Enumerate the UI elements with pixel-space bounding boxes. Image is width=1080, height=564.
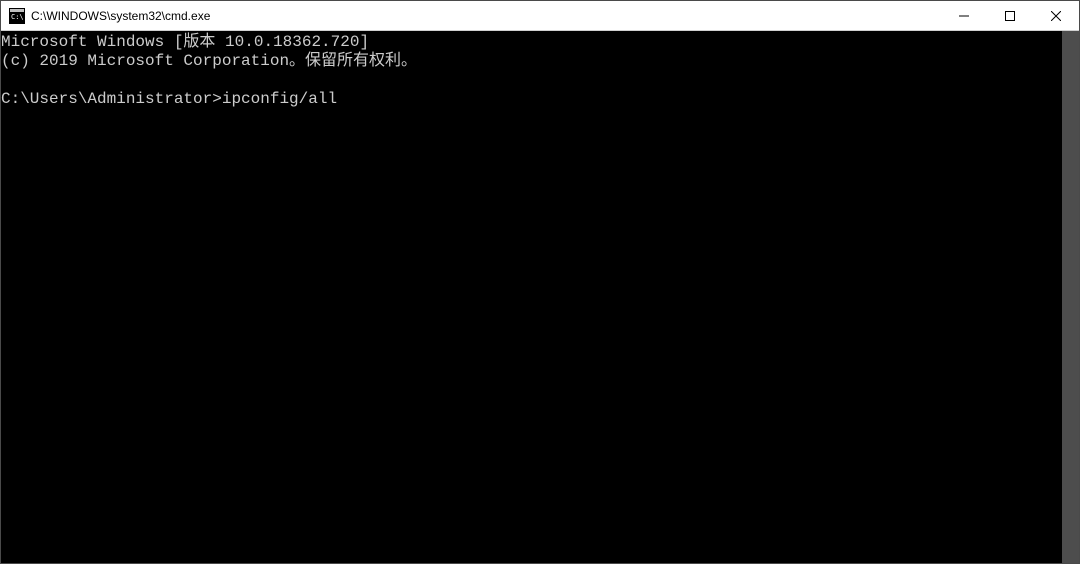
terminal-line-version: Microsoft Windows [版本 10.0.18362.720] bbox=[1, 33, 369, 51]
vertical-scrollbar[interactable] bbox=[1062, 31, 1079, 563]
cmd-icon: C:\ bbox=[9, 8, 25, 24]
scrollbar-thumb[interactable] bbox=[1062, 31, 1079, 563]
terminal-content[interactable]: Microsoft Windows [版本 10.0.18362.720] (c… bbox=[1, 31, 1062, 563]
terminal-prompt: C:\Users\Administrator> bbox=[1, 90, 222, 108]
close-icon bbox=[1051, 11, 1061, 21]
minimize-button[interactable] bbox=[941, 1, 987, 30]
terminal-line-copyright: (c) 2019 Microsoft Corporation。保留所有权利。 bbox=[1, 52, 417, 70]
window-controls bbox=[941, 1, 1079, 30]
maximize-icon bbox=[1005, 11, 1015, 21]
window-title: C:\WINDOWS\system32\cmd.exe bbox=[31, 9, 941, 23]
cmd-window: C:\ C:\WINDOWS\system32\cmd.exe bbox=[0, 0, 1080, 564]
titlebar[interactable]: C:\ C:\WINDOWS\system32\cmd.exe bbox=[1, 1, 1079, 31]
close-button[interactable] bbox=[1033, 1, 1079, 30]
terminal-command[interactable]: ipconfig/all bbox=[222, 90, 337, 108]
minimize-icon bbox=[959, 11, 969, 21]
svg-text:C:\: C:\ bbox=[11, 13, 24, 21]
maximize-button[interactable] bbox=[987, 1, 1033, 30]
terminal-body: Microsoft Windows [版本 10.0.18362.720] (c… bbox=[1, 31, 1079, 563]
